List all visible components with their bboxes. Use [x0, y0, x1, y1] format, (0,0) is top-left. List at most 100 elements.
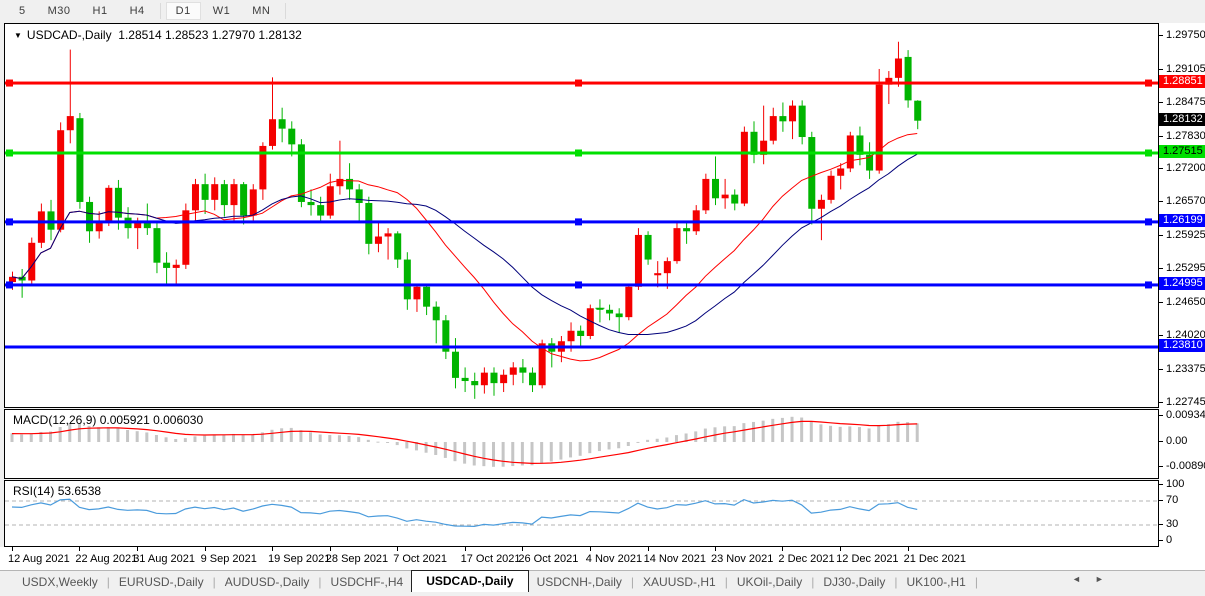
price-line-badge: 1.28851 — [1159, 75, 1205, 89]
price-tick-dash — [1159, 101, 1163, 103]
date-label: 31 Aug 2021 — [133, 553, 195, 565]
rsi-tick-dash — [1159, 524, 1163, 525]
date-label: 4 Nov 2021 — [585, 553, 643, 565]
price-tick-dash — [1159, 268, 1163, 270]
price-tick-label: 1.23375 — [1166, 362, 1205, 375]
scroll-right-icon[interactable]: ► — [1095, 574, 1118, 584]
price-tick-dash — [1159, 302, 1163, 303]
main-chart-pane[interactable]: ▼ USDCAD-,Daily 1.28514 1.28523 1.27970 1… — [4, 23, 1159, 408]
date-label: 14 Nov 2021 — [643, 553, 706, 565]
rsi-tick-dash — [1159, 484, 1163, 485]
candles — [9, 41, 922, 399]
timeframe-button-mn[interactable]: MN — [242, 2, 280, 20]
price-tick-dash — [1159, 368, 1163, 370]
tab-separator: | — [974, 575, 978, 589]
price-line-badge: 1.24995 — [1159, 276, 1205, 290]
tab-audusd-daily[interactable]: AUDUSD-,Daily — [217, 573, 318, 591]
date-label: 28 Sep 2021 — [325, 553, 389, 565]
rsi-pane[interactable]: RSI(14) 53.6538 — [4, 480, 1159, 547]
date-tick — [329, 547, 331, 551]
rsi-tick-dash — [1159, 500, 1163, 501]
macd-values: 0.005921 0.006030 — [99, 413, 204, 427]
triangle-down-icon[interactable]: ▼ — [14, 31, 22, 40]
moving-average-fast — [11, 133, 918, 362]
price-tick-label: 1.28475 — [1166, 95, 1205, 108]
price-tick-dash — [1159, 334, 1163, 336]
date-label: 22 Aug 2021 — [75, 553, 138, 565]
horizontal-lines[interactable] — [5, 79, 1158, 349]
macd-tick-dash — [1159, 415, 1163, 416]
date-label: 19 Sep 2021 — [268, 553, 331, 565]
price-line-badge: 1.26199 — [1159, 213, 1205, 227]
rsi-line — [11, 498, 918, 528]
macd-axis-label: 0.009345 — [1166, 409, 1205, 421]
tab-dj30-daily[interactable]: DJ30-,Daily — [815, 573, 893, 591]
timeframe-button-h4[interactable]: H4 — [120, 2, 155, 20]
date-tick — [272, 547, 273, 551]
tab-ukoil-daily[interactable]: UKOil-,Daily — [729, 573, 810, 591]
date-tick — [714, 547, 716, 551]
price-tick-label: 1.22745 — [1166, 395, 1205, 408]
rsi-axis-label: 0 — [1166, 534, 1173, 546]
date-label: 12 Aug 2021 — [8, 553, 70, 565]
tab-xauusd-h1[interactable]: XAUUSD-,H1 — [635, 573, 724, 591]
current-price-badge: 1.28132 — [1159, 112, 1205, 126]
date-tick — [204, 547, 206, 551]
toolbar-separator — [285, 3, 287, 19]
timeframe-button-m30[interactable]: M30 — [38, 2, 81, 20]
price-tick-label: 1.27830 — [1166, 129, 1205, 142]
date-tick — [12, 547, 13, 551]
price-tick-label: 1.25925 — [1166, 229, 1205, 242]
tab-eurusd-daily[interactable]: EURUSD-,Daily — [111, 573, 212, 591]
date-tick — [840, 547, 842, 551]
date-label: 2 Dec 2021 — [778, 553, 835, 565]
toolbar-separator — [159, 3, 161, 19]
chart-ohlc-values: 1.28514 1.28523 1.27970 1.28132 — [118, 28, 302, 42]
rsi-axis-label: 70 — [1166, 494, 1179, 506]
date-tick — [79, 547, 81, 551]
date-label: 21 Dec 2021 — [903, 553, 966, 565]
timeframe-button-d1[interactable]: D1 — [165, 2, 201, 20]
chart-tabs: USDX,Weekly | EURUSD-,Daily | AUDUSD-,Daily |… — [0, 569, 1205, 593]
tab-usdx-weekly[interactable]: USDX,Weekly — [14, 573, 106, 591]
price-axis[interactable]: 1.29750 1.29105 1.28475 1.27830 1.27200 1.265… — [1159, 23, 1205, 569]
tab-uk100-h1[interactable]: UK100-,H1 — [898, 573, 973, 591]
price-tick-dash — [1159, 68, 1163, 70]
timeframe-button-h1[interactable]: H1 — [83, 2, 118, 20]
date-label: 12 Dec 2021 — [836, 553, 899, 565]
price-line-badge: 1.27515 — [1159, 145, 1205, 158]
tab-usdcnh-daily[interactable]: USDCNH-,Daily — [529, 573, 630, 591]
rsi-axis-label: 100 — [1166, 478, 1185, 490]
timeframe-toolbar: 5 M30 H1 H4 D1 W1 MN — [0, 0, 1205, 22]
window-bottom-strip — [0, 592, 1205, 596]
scroll-left-icon[interactable]: ◄ — [1072, 574, 1095, 584]
tab-usdcad-daily[interactable]: USDCAD-,Daily — [411, 569, 529, 593]
tab-usdchf-h4[interactable]: USDCHF-,H4 — [323, 573, 412, 591]
rsi-tick-dash — [1159, 540, 1163, 541]
toolbar-lead — [1, 8, 7, 14]
date-axis[interactable]: 12 Aug 2021 22 Aug 2021 31 Aug 2021 9 Sep 2… — [0, 547, 1205, 570]
price-tick-dash — [1159, 34, 1163, 36]
macd-pane[interactable]: MACD(12,26,9) 0.005921 0.006030 — [4, 409, 1159, 479]
price-tick-dash — [1159, 235, 1163, 237]
rsi-label: RSI(14) 53.6538 — [13, 484, 102, 498]
price-tick-label: 1.25295 — [1166, 262, 1205, 275]
moving-average-slow — [11, 153, 918, 335]
price-tick-label: 1.29750 — [1166, 28, 1205, 41]
date-tick — [589, 547, 591, 551]
price-tick-dash — [1159, 168, 1163, 170]
price-tick-label: 1.24650 — [1166, 296, 1205, 308]
date-label: 9 Sep 2021 — [200, 553, 257, 565]
date-tick — [647, 547, 649, 551]
price-tick-dash — [1159, 201, 1163, 203]
price-tick-label: 1.27200 — [1166, 162, 1205, 175]
chart-title: ▼ USDCAD-,Daily 1.28514 1.28523 1.27970 1… — [14, 28, 302, 42]
timeframe-button-5[interactable]: 5 — [9, 2, 36, 20]
date-label: 17 Oct 2021 — [460, 553, 521, 565]
date-tick — [907, 547, 909, 551]
macd-axis-label: 0.00 — [1166, 435, 1188, 447]
rsi-value: 53.6538 — [57, 484, 102, 498]
price-tick-label: 1.29105 — [1166, 62, 1205, 75]
date-label: 23 Nov 2021 — [710, 553, 774, 565]
timeframe-button-w1[interactable]: W1 — [203, 2, 241, 20]
